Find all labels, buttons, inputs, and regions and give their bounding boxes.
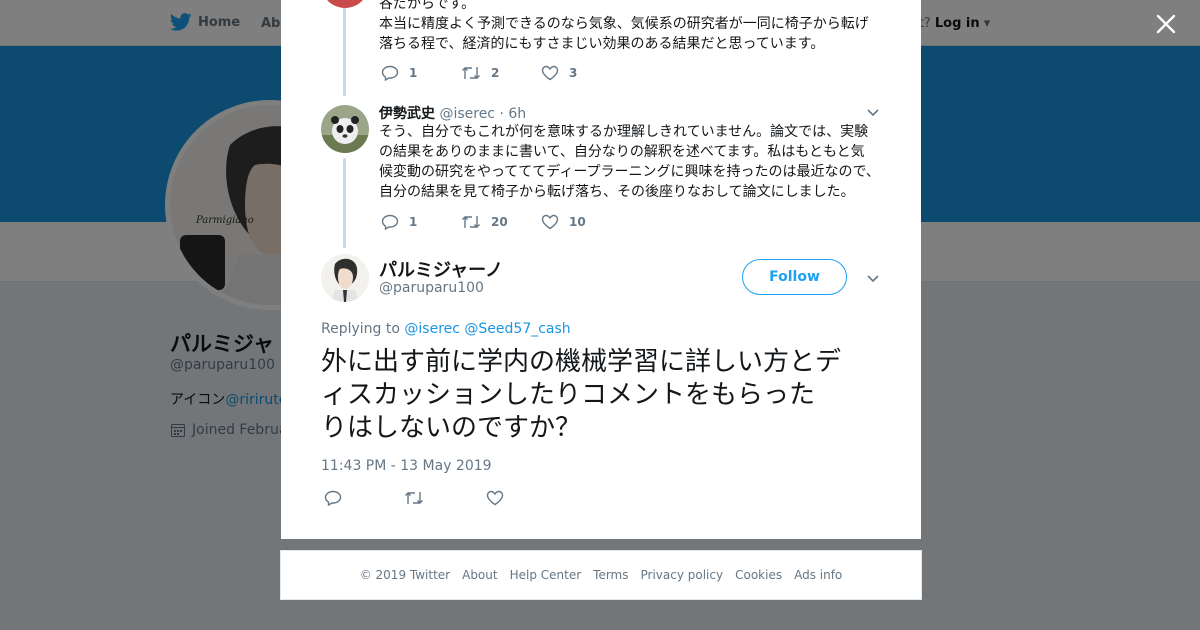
footer-link-privacy[interactable]: Privacy policy <box>641 568 724 582</box>
avatar-image <box>321 254 369 302</box>
footer-link-help[interactable]: Help Center <box>510 568 582 582</box>
thread-line <box>343 0 346 96</box>
reply-icon <box>381 214 399 230</box>
tweet-text: そう、自分でもこれが何を意味するか理解しきれていません。論文では、実験 の結果を… <box>379 122 880 202</box>
like-button[interactable]: 3 <box>541 65 577 81</box>
footer-link-terms[interactable]: Terms <box>593 568 628 582</box>
avatar[interactable] <box>321 0 369 8</box>
footer-copyright: © 2019 Twitter <box>359 568 451 582</box>
tweet-actions: 1 20 10 <box>381 214 586 230</box>
avatar[interactable] <box>321 105 369 153</box>
mention-link[interactable]: @Seed57_cash <box>464 321 570 337</box>
tweet-line: 落ちる程で、経済的にもすさまじい効果のある結果だと思っています。 <box>379 36 825 52</box>
tweet-line: の結果をありのままに書いて、自分なりの解釈を述べてます。私はもともと気 <box>379 144 865 160</box>
retweet-button[interactable]: 20 <box>461 214 541 230</box>
footer-link-ads[interactable]: Ads info <box>794 568 842 582</box>
close-icon <box>1156 14 1176 34</box>
chevron-down-icon[interactable] <box>865 270 881 286</box>
mention-link[interactable]: @iserec <box>404 321 460 337</box>
tweet-line: りはしないのですか？ <box>321 413 582 443</box>
avatar-image <box>321 105 369 153</box>
tweet-text: 谷だからです。 本当に精度よく予測できるのなら気象、気候系の研究者が一同に椅子か… <box>379 0 869 54</box>
heart-icon[interactable] <box>486 490 504 506</box>
tweet-actions: 1 2 3 <box>381 65 577 81</box>
retweet-icon[interactable] <box>404 490 424 506</box>
heart-icon <box>541 65 559 81</box>
reply-icon[interactable] <box>324 490 342 506</box>
reply-count: 1 <box>409 215 418 229</box>
reply-count: 1 <box>409 66 418 80</box>
tweet-header: 伊勢武史 @iserec · 6h <box>379 103 526 123</box>
tweet-line: ィスカッションしたりコメントをもらった <box>321 380 816 410</box>
tweet-line: 自分の結果を見て椅子から転げ落ち、その後座りなおして論文にしました。 <box>379 184 855 200</box>
retweet-icon <box>462 67 480 79</box>
retweet-count: 2 <box>491 66 500 80</box>
thread-line <box>343 158 346 248</box>
author-handle[interactable]: @paruparu100 <box>379 280 484 296</box>
tweet-permalink-modal: 谷だからです。 本当に精度よく予測できるのなら気象、気候系の研究者が一同に椅子か… <box>281 0 921 539</box>
tweet-line: 外に出す前に学内の機械学習に詳しい方とデ <box>321 347 842 377</box>
main-tweet-actions <box>324 490 566 506</box>
main-tweet-text: 外に出す前に学内の機械学習に詳しい方とデ ィスカッションしたりコメントをもらった… <box>321 346 881 445</box>
author-name[interactable]: パルミジャーノ <box>379 256 503 282</box>
author-name[interactable]: 伊勢武史 <box>379 106 435 122</box>
tweet-line: そう、自分でもこれが何を意味するか理解しきれていません。論文では、実験 <box>379 124 869 140</box>
avatar[interactable] <box>321 254 369 302</box>
replying-label: Replying to <box>321 321 400 337</box>
follow-button[interactable]: Follow <box>742 259 847 295</box>
author-handle[interactable]: @iserec <box>439 106 495 122</box>
chevron-down-icon[interactable] <box>865 104 881 120</box>
heart-icon <box>541 214 559 230</box>
tweet-timestamp[interactable]: 11:43 PM - 13 May 2019 <box>321 458 492 474</box>
footer-link-about[interactable]: About <box>462 568 497 582</box>
retweet-icon <box>462 216 480 228</box>
replying-to: Replying to @iserec @Seed57_cash <box>321 321 571 337</box>
tweet-time[interactable]: · 6h <box>499 106 526 122</box>
retweet-button[interactable]: 2 <box>461 65 541 81</box>
like-count: 3 <box>569 66 578 80</box>
reply-button[interactable]: 1 <box>381 214 461 230</box>
close-button[interactable] <box>1154 12 1178 36</box>
modal-footer: © 2019 Twitter About Help Center Terms P… <box>280 550 922 600</box>
tweet-line: 谷だからです。 <box>379 0 476 12</box>
tweet-line: 候変動の研究をやってててディープラーニングに興味を持ったのは最近なので、 <box>379 164 880 180</box>
tweet-line: 本当に精度よく予測できるのなら気象、気候系の研究者が一同に椅子から転げ <box>379 16 869 32</box>
like-count: 10 <box>569 215 586 229</box>
reply-icon <box>381 65 399 81</box>
like-button[interactable]: 10 <box>541 214 586 230</box>
reply-button[interactable]: 1 <box>381 65 461 81</box>
retweet-count: 20 <box>491 215 508 229</box>
footer-link-cookies[interactable]: Cookies <box>735 568 782 582</box>
